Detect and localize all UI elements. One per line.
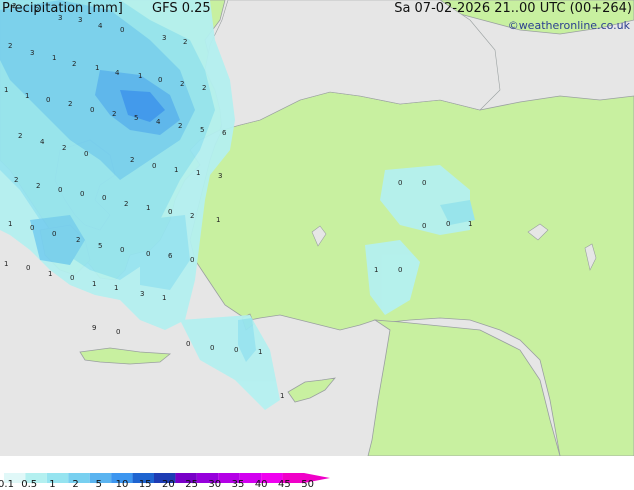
- model-name: GFS 0.25: [152, 1, 211, 16]
- precip-value-label: 0: [30, 224, 34, 232]
- precip-value-label: 6: [222, 129, 227, 137]
- scale-tick-label: 0.5: [21, 479, 38, 490]
- precip-value-label: 0: [186, 340, 190, 348]
- precip-value-label: 5: [134, 114, 138, 122]
- precip-value-label: 2: [130, 156, 134, 164]
- precip-value-label: 2: [14, 176, 18, 184]
- scale-tick-label: 20: [162, 479, 175, 490]
- precip-value-label: 3: [140, 290, 144, 298]
- precip-value-label: 0: [234, 346, 238, 354]
- precip-value-label: 1: [52, 54, 56, 62]
- precip-value-label: 1: [216, 216, 220, 224]
- precip-value-label: 2: [18, 132, 22, 140]
- precip-value-label: 0: [398, 266, 402, 274]
- precip-value-label: 1: [146, 204, 150, 212]
- scale-tick-label: 0.1: [0, 479, 14, 490]
- precip-value-label: 2: [183, 38, 187, 46]
- precip-value-label: 2: [8, 42, 12, 50]
- precip-value-label: 2: [180, 80, 184, 88]
- scale-tick-label: 1: [49, 479, 56, 490]
- precip-value-label: 0: [46, 96, 50, 104]
- scale-tick-label: 40: [254, 479, 268, 490]
- precip-value-label: 5: [200, 126, 204, 134]
- precip-value-label: 6: [168, 252, 173, 260]
- precip-value-label: 0: [190, 256, 194, 264]
- precip-value-label: 4: [40, 138, 45, 146]
- precip-value-label: 1: [95, 64, 99, 72]
- precip-value-label: 1: [138, 72, 142, 80]
- precip-value-label: 2: [72, 60, 76, 68]
- precip-value-label: 0: [84, 150, 88, 158]
- precip-value-label: 5: [98, 242, 102, 250]
- scale-tick-label: 25: [185, 479, 198, 490]
- precip-value-label: 3: [30, 49, 34, 57]
- precip-value-label: 3: [218, 172, 222, 180]
- precip-value-label: 1: [174, 166, 178, 174]
- precip-value-label: 2: [68, 100, 72, 108]
- credit-link[interactable]: ©weatheronline.co.uk: [508, 19, 630, 32]
- precip-value-label: 2: [62, 144, 66, 152]
- valid-time: Sa 07-02-2026 21..00 UTC (00+264): [394, 1, 632, 16]
- precip-value-label: 2: [124, 200, 128, 208]
- scale-tick-label: 45: [278, 479, 291, 490]
- precip-value-label: 0: [152, 162, 156, 170]
- precip-value-label: 3: [162, 34, 166, 42]
- scale-tick-label: 5: [95, 479, 102, 490]
- precip-value-label: 4: [115, 69, 120, 77]
- scale-tick-label: 10: [115, 479, 129, 490]
- scale-tick-label: 15: [138, 479, 152, 490]
- precip-value-label: 4: [156, 118, 161, 126]
- precip-value-label: 0: [26, 264, 30, 272]
- precip-value-label: 0: [102, 194, 106, 202]
- scale-tick-label: 35: [231, 479, 245, 490]
- legend-title: Precipitation [mm]: [2, 1, 123, 16]
- scale-tick-label: 50: [301, 479, 314, 490]
- precip-value-label: 0: [158, 76, 162, 84]
- precip-value-label: 0: [120, 246, 124, 254]
- precip-value-label: 1: [162, 294, 166, 302]
- precip-value-label: 0: [52, 230, 56, 238]
- scale-tick-label: 2: [72, 479, 79, 490]
- precip-value-label: 0: [58, 186, 62, 194]
- precip-value-label: 1: [4, 260, 8, 268]
- precip-value-label: 1: [8, 220, 12, 228]
- precip-value-label: 2: [76, 236, 80, 244]
- precip-value-label: 4: [98, 22, 103, 30]
- precip-value-label: 2: [202, 84, 206, 92]
- precip-value-label: 0: [398, 179, 402, 187]
- precip-value-label: 0: [80, 190, 84, 198]
- precip-value-label: 0: [90, 106, 94, 114]
- precip-value-label: 9: [92, 324, 96, 332]
- precip-value-label: 1: [48, 270, 52, 278]
- precip-value-label: 3: [78, 16, 82, 24]
- precip-value-label: 0: [446, 220, 450, 228]
- precip-value-label: 0: [422, 222, 426, 230]
- precip-value-label: 0: [116, 328, 120, 336]
- precip-value-label: 1: [280, 392, 284, 400]
- precip-value-label: 2: [36, 182, 40, 190]
- precipitation-map: 2 2 3 3 4 0 3 2 2 3 1 2 1 4 1 0 2 2 1 1 0 2 0 2 5 4 2 5 6 2 4 2 0 2 0 1 1 3 2 2…: [0, 0, 634, 456]
- precip-value-label: 1: [258, 348, 262, 356]
- precip-value-label: 0: [422, 179, 426, 187]
- precip-value-label: 1: [196, 169, 200, 177]
- precip-value-label: 0: [210, 344, 214, 352]
- precip-value-label: 2: [178, 122, 182, 130]
- precip-value-label: 1: [25, 92, 29, 100]
- precip-value-label: 1: [114, 284, 118, 292]
- precip-value-label: 1: [4, 86, 8, 94]
- precip-value-label: 0: [168, 208, 172, 216]
- precip-value-label: 2: [190, 212, 194, 220]
- precip-value-label: 2: [112, 110, 116, 118]
- precip-value-label: 0: [146, 250, 150, 258]
- precip-value-label: 0: [70, 274, 74, 282]
- scale-tick-label: 30: [208, 479, 222, 490]
- precip-value-label: 1: [468, 220, 472, 228]
- precip-value-label: 0: [120, 26, 124, 34]
- precip-value-label: 1: [92, 280, 96, 288]
- precip-value-label: 1: [374, 266, 378, 274]
